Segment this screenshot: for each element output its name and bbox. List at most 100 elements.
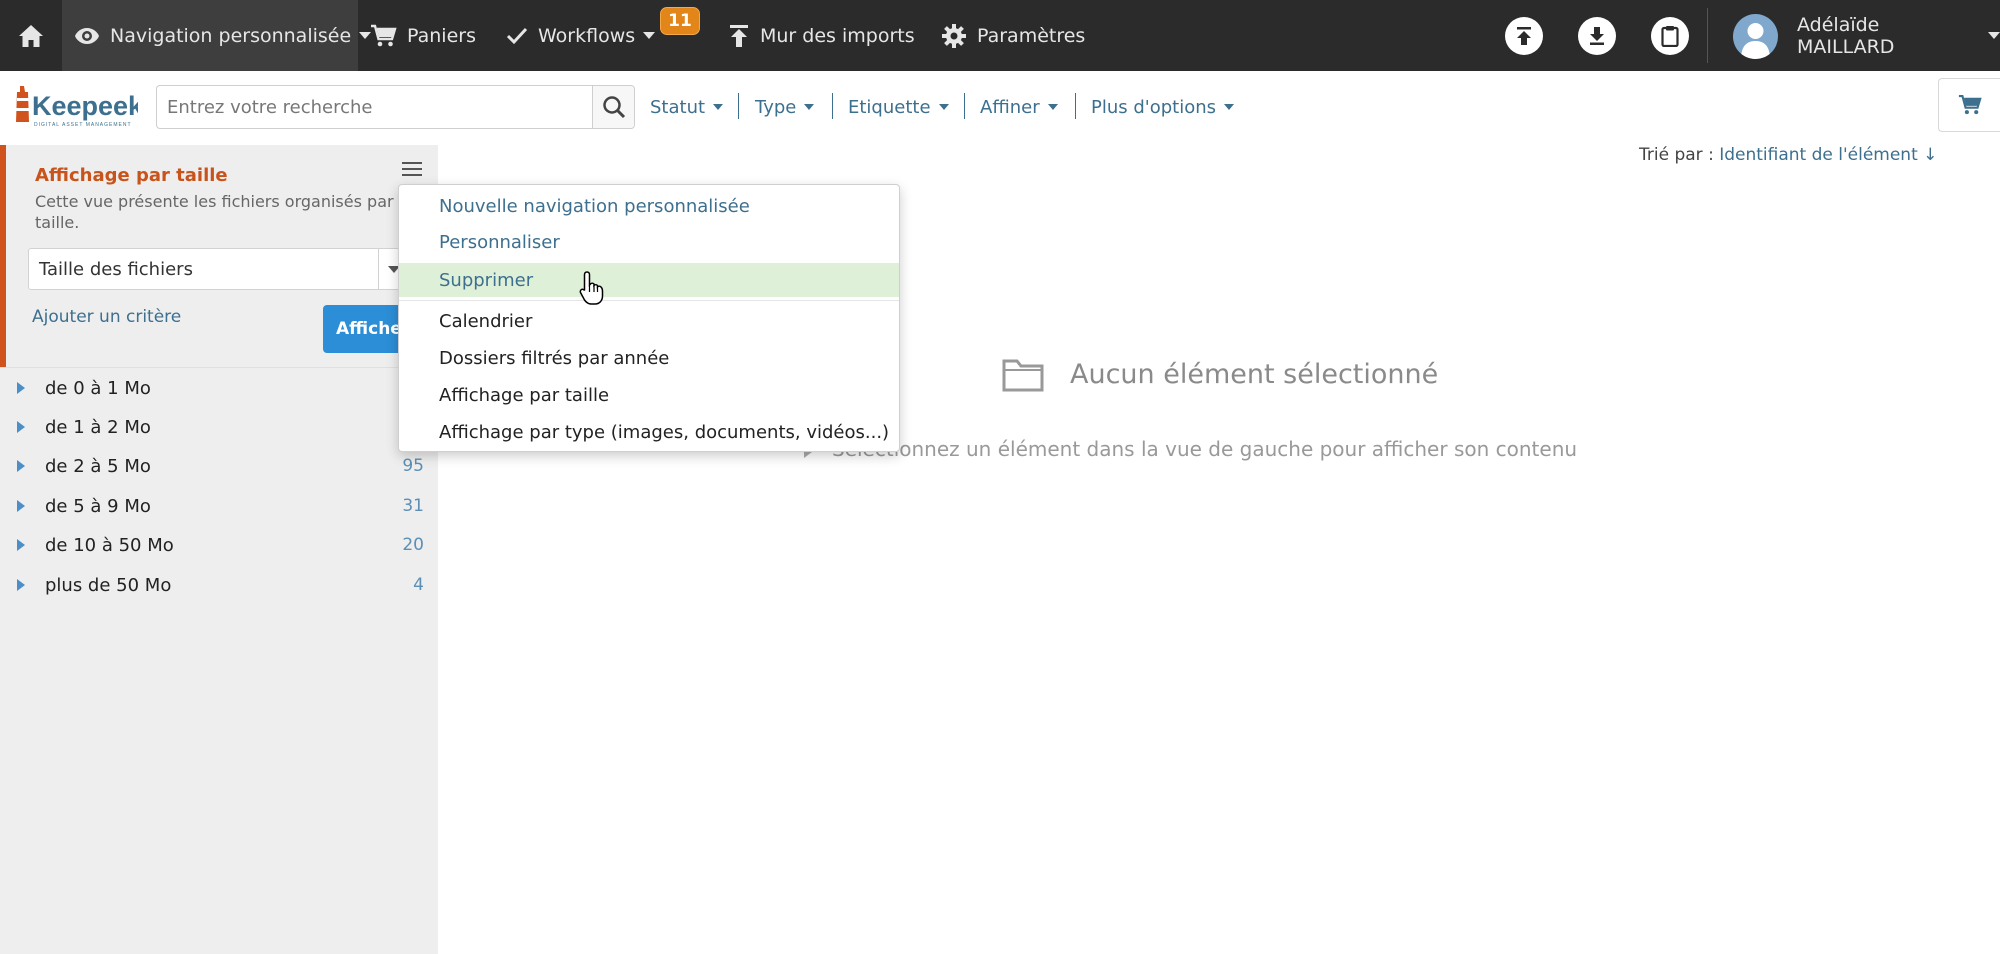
filter-type-label: Type	[755, 96, 797, 118]
menu-item-customize[interactable]: Personnaliser	[399, 225, 899, 259]
hamburger-menu-icon[interactable]	[402, 157, 426, 181]
filter-affiner[interactable]: Affiner	[980, 91, 1058, 123]
tree-item[interactable]: plus de 50 Mo 4	[0, 566, 438, 604]
filter-divider	[832, 93, 833, 119]
left-panel: Affichage par taille Cette vue présente …	[0, 145, 438, 954]
tree-item[interactable]: de 5 à 9 Mo 31	[0, 487, 438, 525]
home-button[interactable]	[0, 0, 62, 71]
panel-divider	[0, 367, 438, 368]
svg-text:DIGITAL ASSET MANAGEMENT: DIGITAL ASSET MANAGEMENT	[34, 122, 132, 128]
chevron-down-icon	[1047, 104, 1058, 110]
tree-item-count: 4	[413, 575, 424, 595]
home-icon	[19, 24, 43, 47]
criteria-select-value: Taille des fichiers	[39, 258, 193, 280]
cart-button[interactable]	[1938, 78, 2000, 132]
user-name: Adélaïde MAILLARD	[1797, 13, 1895, 58]
folder-icon	[1002, 358, 1044, 396]
menu-item-new-custom-navigation[interactable]: Nouvelle navigation personnalisée	[399, 189, 899, 223]
tree-item-label: plus de 50 Mo	[45, 574, 172, 596]
filter-divider	[964, 93, 965, 119]
menu-item-view-by-size[interactable]: Affichage par taille	[399, 378, 899, 412]
tree-item-count: 95	[402, 456, 424, 476]
chevron-down-icon	[1988, 32, 2000, 39]
empty-state-subtitle: Sélectionnez un élément dans la vue de g…	[832, 437, 1578, 461]
download-button[interactable]	[1578, 17, 1616, 55]
cart-icon	[370, 24, 397, 48]
expand-arrow-icon[interactable]	[17, 539, 25, 551]
filter-divider	[1075, 93, 1076, 119]
sort-value-link[interactable]: Identifiant de l'élément ↓	[1719, 145, 1937, 165]
menu-item-folders-by-year[interactable]: Dossiers filtrés par année	[399, 341, 899, 375]
criteria-select[interactable]: Taille des fichiers	[28, 248, 408, 290]
upload-icon	[1517, 27, 1531, 45]
tree-item[interactable]: de 0 à 1 Mo 12	[0, 369, 438, 407]
filter-etiquette-label: Etiquette	[848, 96, 931, 118]
nav-workflows-label: Workflows	[538, 24, 636, 47]
tree-item-count: 31	[402, 496, 424, 516]
nav-parametres-label: Paramètres	[977, 24, 1086, 47]
expand-arrow-icon[interactable]	[17, 500, 25, 512]
search-icon	[602, 96, 625, 119]
chevron-down-icon	[643, 32, 656, 39]
chevron-down-icon	[1224, 104, 1235, 110]
user-silhouette-icon	[1741, 23, 1770, 59]
topbar-divider	[1707, 8, 1708, 63]
filter-more-options-label: Plus d'options	[1091, 96, 1217, 118]
chevron-down-icon	[713, 104, 724, 110]
nav-parametres[interactable]: Paramètres	[941, 0, 1085, 71]
avatar[interactable]	[1733, 14, 1778, 59]
keepeek-logo[interactable]: Keepeek DIGITAL ASSET MANAGEMENT	[10, 82, 144, 132]
tree-item-label: de 10 à 50 Mo	[45, 534, 174, 556]
tree-item-count: 20	[402, 535, 424, 555]
expand-arrow-icon[interactable]	[17, 382, 25, 394]
add-criteria-link[interactable]: Ajouter un critère	[32, 307, 181, 327]
top-navbar: Navigation personnalisée Paniers Workflo…	[0, 0, 2000, 71]
tree-item-label: de 2 à 5 Mo	[45, 455, 151, 477]
user-menu[interactable]: Adélaïde MAILLARD	[1797, 0, 2000, 71]
clipboard-button[interactable]	[1651, 17, 1689, 55]
search-button[interactable]	[592, 86, 634, 128]
tree-item[interactable]: de 1 à 2 Mo	[0, 408, 438, 446]
svg-text:Keepeek: Keepeek	[32, 91, 138, 121]
download-icon	[1590, 27, 1604, 45]
view-options-dropdown: Nouvelle navigation personnalisée Person…	[398, 184, 900, 452]
sort-label: Trié par :	[1639, 145, 1714, 165]
menu-item-delete[interactable]: Supprimer	[399, 263, 899, 297]
tree-item-label: de 1 à 2 Mo	[45, 416, 151, 438]
filter-more-options[interactable]: Plus d'options	[1091, 91, 1235, 123]
nav-paniers[interactable]: Paniers	[370, 0, 476, 71]
upload-button[interactable]	[1505, 17, 1543, 55]
filter-type[interactable]: Type	[755, 91, 815, 123]
eye-icon	[74, 27, 100, 45]
menu-divider	[399, 300, 899, 301]
nav-mur-des-imports-label: Mur des imports	[760, 24, 915, 47]
filter-statut[interactable]: Statut	[650, 91, 724, 123]
tree-item-label: de 5 à 9 Mo	[45, 495, 151, 517]
empty-state-title: Aucun élément sélectionné	[1070, 359, 1439, 390]
nav-mur-des-imports[interactable]: Mur des imports	[728, 0, 915, 71]
expand-arrow-icon[interactable]	[17, 421, 25, 433]
clipboard-icon	[1661, 26, 1679, 47]
sort-control: Trié par : Identifiant de l'élément ↓	[1639, 145, 1937, 165]
nav-custom-navigation[interactable]: Navigation personnalisée	[62, 0, 372, 71]
nav-workflows[interactable]: Workflows	[506, 0, 656, 71]
menu-item-calendar[interactable]: Calendrier	[399, 304, 899, 338]
view-description: Cette vue présente les fichiers organisé…	[35, 192, 394, 232]
chevron-down-icon	[938, 104, 949, 110]
menu-item-view-by-type[interactable]: Affichage par type (images, documents, v…	[399, 415, 899, 449]
tree-item[interactable]: de 2 à 5 Mo 95	[0, 447, 438, 485]
filter-statut-label: Statut	[650, 96, 706, 118]
view-title: Affichage par taille	[35, 165, 228, 186]
expand-arrow-icon[interactable]	[17, 460, 25, 472]
tree-item-label: de 0 à 1 Mo	[45, 377, 151, 399]
workflow-count-badge: 11	[660, 7, 700, 35]
nav-custom-navigation-label: Navigation personnalisée	[110, 24, 352, 47]
view-header: Affichage par taille Cette vue présente …	[0, 145, 438, 367]
expand-arrow-icon[interactable]	[17, 579, 25, 591]
gear-icon	[941, 23, 967, 49]
search-input[interactable]	[157, 86, 594, 128]
tree-item[interactable]: de 10 à 50 Mo 20	[0, 526, 438, 564]
chevron-down-icon	[804, 104, 815, 110]
search-box	[156, 85, 635, 129]
filter-etiquette[interactable]: Etiquette	[848, 91, 949, 123]
